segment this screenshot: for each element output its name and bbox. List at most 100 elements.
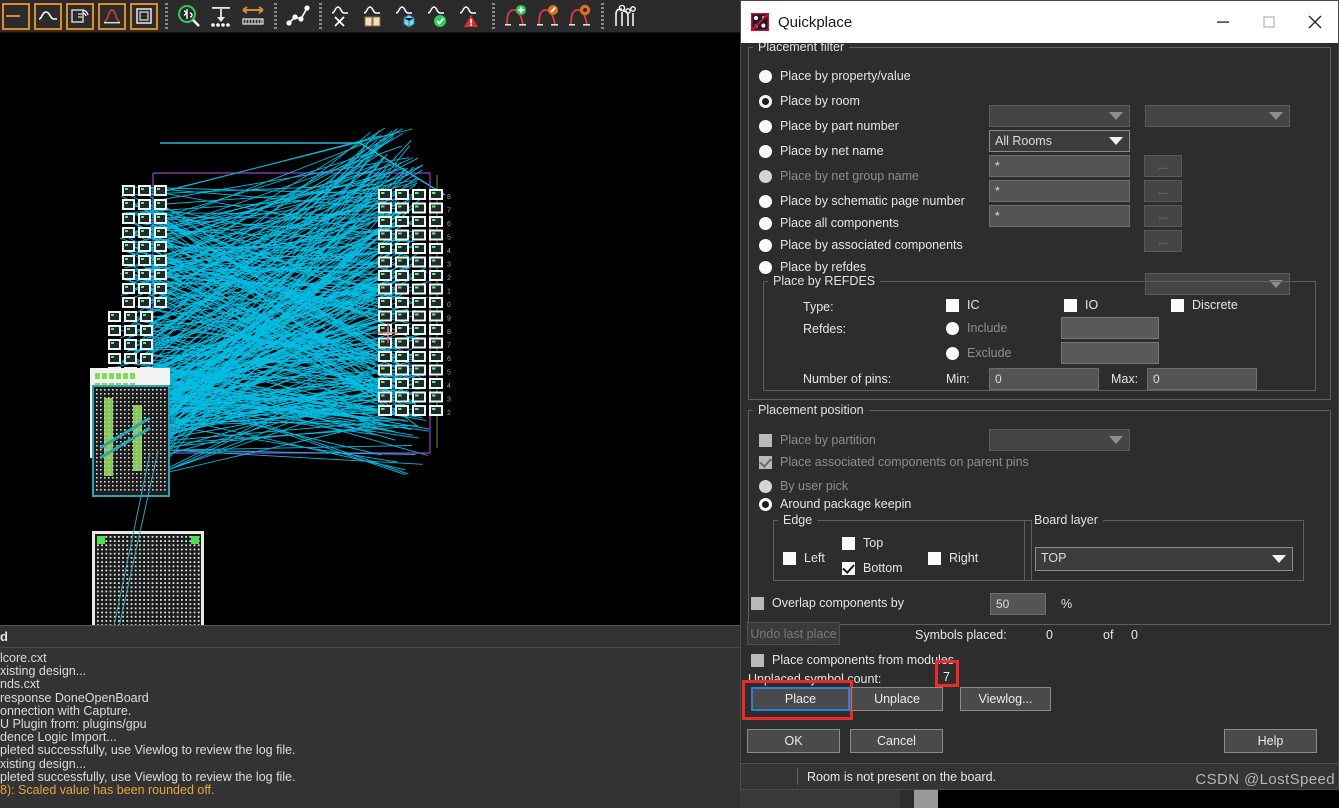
chevron-down-icon [1109,112,1123,120]
svg-text:1: 1 [447,289,451,296]
refdes-exclude-input[interactable] [1061,342,1159,364]
net-group-name-input: * [989,205,1130,227]
cancel-button[interactable]: Cancel [850,729,943,753]
checkbox-place-components-from-modules[interactable]: Place components from modules [751,653,954,667]
radio-place-by-schematic-page-number[interactable]: Place by schematic page number [759,194,965,208]
wave-tools-icon[interactable] [329,3,357,30]
radio-indicator [759,216,772,230]
number-of-pins-label: Number of pins: [803,372,892,386]
min-pins-input[interactable]: 0 [989,368,1099,390]
svg-text:2: 2 [447,275,451,282]
unplaced-symbol-count-value: 7 [943,670,950,684]
radio-indicator [946,321,959,335]
placement-position-legend: Placement position [758,403,864,417]
net-name-input[interactable]: * [989,180,1130,202]
radio-indicator [759,194,772,208]
select-box-icon[interactable] [130,2,158,30]
svg-text:8: 8 [447,194,451,201]
svg-text:4: 4 [447,248,451,255]
wave-warning-icon[interactable] [457,3,485,30]
room-combo[interactable]: All Rooms [989,130,1130,152]
ok-button[interactable]: OK [747,729,840,753]
net-name-browse-button[interactable]: ... [1144,180,1182,202]
curve-settings-icon[interactable] [566,3,594,30]
radio-place-by-refdes[interactable]: Place by refdes [759,260,866,274]
drop-to-pins-icon[interactable] [207,3,235,30]
radio-label: Exclude [967,346,1012,360]
radio-place-by-associated-components[interactable]: Place by associated components [759,238,963,252]
radio-around-package-keepin[interactable]: Around package keepin [759,497,911,511]
checkbox-label: IC [967,298,980,312]
peak-curve-icon[interactable] [98,2,126,30]
property-combo[interactable] [989,105,1130,127]
pcb-canvas[interactable]: 87654321098765432 [0,33,740,625]
refdes-include-input[interactable] [1061,317,1159,339]
checkbox-edge-top[interactable]: Top [842,536,883,550]
max-label: Max: [1111,372,1139,386]
checkbox-edge-left[interactable]: Left [783,551,825,565]
radio-place-all-components[interactable]: Place all components [759,216,899,230]
radio-place-by-part-number[interactable]: Place by part number [759,119,899,133]
net-group-name-browse-button: ... [1144,205,1182,227]
radio-indicator [759,94,772,108]
board-layer-combo[interactable]: TOP [1035,547,1293,571]
checkbox-indicator [1064,298,1077,312]
radio-place-by-property-value[interactable]: Place by property/value [759,69,911,83]
zoom-probe-icon[interactable] [175,3,203,30]
unplace-button[interactable]: Unplace [851,687,943,711]
checkbox-type-io[interactable]: IO [1064,298,1098,312]
waveform-left-icon[interactable] [2,2,30,30]
schematic-page-browse-button[interactable]: ... [1144,230,1182,252]
radio-label: Around package keepin [780,497,912,511]
svg-text:3: 3 [447,397,451,404]
help-button[interactable]: Help [1224,729,1317,753]
radio-refdes-exclude[interactable]: Exclude [946,346,1011,360]
checkbox-label: Discrete [1192,298,1238,312]
radio-indicator [759,169,772,183]
checkbox-label: Left [804,551,825,565]
wave-cube-icon[interactable] [393,3,421,30]
radio-place-by-room[interactable]: Place by room [759,94,860,108]
maximize-button[interactable] [1246,1,1292,43]
radio-indicator [946,346,959,360]
signal-pins-icon[interactable] [611,3,639,30]
radio-place-by-net-name[interactable]: Place by net name [759,144,884,158]
viewlog-button[interactable]: Viewlog... [960,687,1051,711]
curve-add-icon[interactable] [502,3,530,30]
checkbox-edge-bottom[interactable]: Bottom [842,561,903,575]
console-line: response DoneOpenBoard [0,690,149,705]
console-log[interactable]: lcore.cxt xisting design... nds.cxt resp… [0,648,740,806]
radio-refdes-include[interactable]: Include [946,321,1007,335]
checkbox-type-discrete[interactable]: Discrete [1171,298,1238,312]
probe-signal-icon[interactable] [66,2,94,30]
net-path-icon[interactable] [284,3,312,30]
close-button[interactable] [1292,1,1338,43]
wave-book-icon[interactable] [361,3,389,30]
overlap-percent-input[interactable]: 50 [990,593,1046,615]
checkbox-overlap-components[interactable]: Overlap components by [751,596,904,610]
svg-text:6: 6 [447,356,451,363]
checkbox-type-ic[interactable]: IC [946,298,980,312]
curve-edit-icon[interactable] [534,3,562,30]
radio-label: Place by part number [780,119,899,133]
pcb-artwork: 87654321098765432 [0,33,740,625]
max-pins-input[interactable]: 0 [1147,368,1257,390]
part-number-input[interactable]: * [989,155,1130,177]
checkbox-edge-right[interactable]: Right [928,551,978,565]
measure-arrow-icon[interactable] [239,3,267,30]
checkbox-indicator [842,561,855,575]
toolbar-group-wave-actions [327,0,487,33]
checkbox-place-associated-on-parent-pins: Place associated components on parent pi… [759,455,1029,469]
place-button[interactable]: Place [751,687,850,711]
dialog-titlebar[interactable]: Quickplace [741,1,1338,43]
svg-text:3: 3 [447,262,451,269]
radio-label: Place by net name [780,144,884,158]
radio-label: Place by net group name [780,169,919,183]
wave-check-icon[interactable] [425,3,453,30]
radio-indicator [759,260,772,274]
waveform-icon[interactable] [34,2,62,30]
part-number-browse-button[interactable]: ... [1144,155,1182,177]
minimize-button[interactable] [1200,1,1246,43]
value-combo[interactable] [1145,105,1290,127]
checkbox-indicator [759,455,772,469]
